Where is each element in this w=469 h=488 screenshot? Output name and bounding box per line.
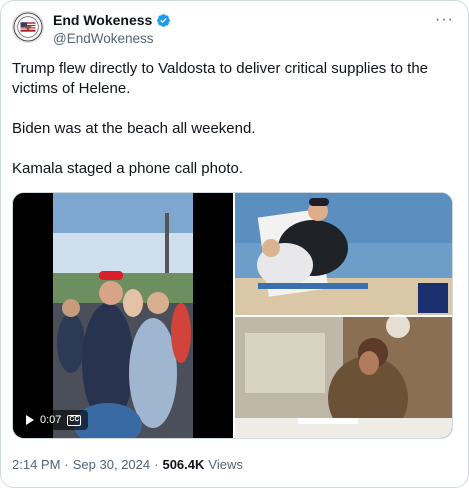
tweet-date[interactable]: Sep 30, 2024 bbox=[73, 457, 150, 472]
tweet-text-line: Biden was at the beach all weekend. bbox=[12, 120, 256, 137]
author-display-name[interactable]: End Wokeness bbox=[53, 12, 152, 28]
video-duration-badge[interactable]: 0:07 CC bbox=[19, 410, 89, 430]
media-grid: 0:07 CC bbox=[12, 192, 453, 439]
seal-avatar-icon bbox=[13, 12, 43, 42]
tweet-text-line: Trump flew directly to Valdosta to deliv… bbox=[12, 60, 429, 97]
author-avatar[interactable] bbox=[12, 11, 44, 43]
meta-separator: · bbox=[64, 457, 69, 472]
video-duration: 0:07 bbox=[40, 414, 62, 426]
tweet-time[interactable]: 2:14 PM bbox=[12, 457, 60, 472]
closed-captions-icon[interactable]: CC bbox=[67, 414, 82, 426]
phone-call-photo[interactable] bbox=[235, 314, 453, 439]
verified-badge-icon[interactable] bbox=[156, 13, 171, 28]
views-label: Views bbox=[208, 457, 243, 472]
tweet-text: Trump flew directly to Valdosta to deliv… bbox=[12, 59, 458, 179]
more-options-icon[interactable]: ··· bbox=[435, 11, 454, 29]
meta-separator: · bbox=[154, 457, 159, 472]
video-thumbnail[interactable] bbox=[13, 193, 233, 439]
beach-photo[interactable] bbox=[235, 193, 453, 315]
tweet-card[interactable]: End Wokeness @EndWokeness ··· Trump flew… bbox=[0, 0, 469, 488]
views-count: 506.4K bbox=[162, 457, 205, 472]
tweet-text-line: Kamala staged a phone call photo. bbox=[12, 160, 243, 177]
author-handle[interactable]: @EndWokeness bbox=[53, 31, 154, 46]
play-icon[interactable] bbox=[26, 415, 34, 425]
tweet-meta: 2:14 PM · Sep 30, 2024 · 506.4K Views bbox=[12, 457, 243, 472]
